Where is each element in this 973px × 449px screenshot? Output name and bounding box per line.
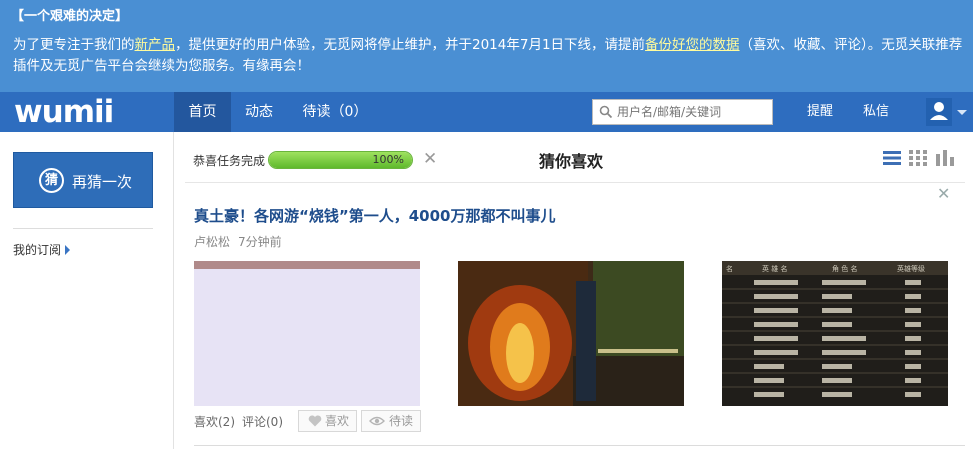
article-meta: 卢松松 7分钟前 <box>194 233 282 250</box>
nav-activity[interactable]: 动态 <box>233 92 285 132</box>
header-divider <box>185 182 965 183</box>
left-sidebar: 猜 再猜一次 我的订阅 <box>0 132 174 449</box>
svg-text:英 雄 名: 英 雄 名 <box>762 264 787 273</box>
search-box[interactable] <box>592 99 773 125</box>
article-time: 7分钟前 <box>238 235 282 249</box>
svg-text:英雄等级: 英雄等级 <box>897 264 925 273</box>
nav-messages[interactable]: 私信 <box>856 92 896 132</box>
wumii-logo[interactable]: wumii <box>14 94 114 130</box>
article-author[interactable]: 卢松松 <box>194 235 230 249</box>
backup-data-link[interactable]: 备份好您的数据 <box>645 37 740 53</box>
user-menu-button[interactable] <box>926 98 970 126</box>
notice-text-2: ，提供更好的用户体验，无觅网将停止维护，并于2014年7月1日下线，请提前 <box>175 37 646 53</box>
search-icon <box>599 105 613 119</box>
main-content: 恭喜任务完成 100% ✕ 猜你喜欢 ✕ 真土豪！各网游“烧钱”第一人，4000… <box>175 132 973 449</box>
section-title: 猜你喜欢 <box>539 152 604 171</box>
article-title-link[interactable]: 真土豪！各网游“烧钱”第一人，4000万那都不叫事儿 <box>194 205 555 226</box>
read-later-button[interactable]: 待读 <box>361 410 421 432</box>
top-navbar: wumii 首页 动态 待读（0） 提醒 私信 <box>0 92 973 132</box>
notice-title: 【一个艰难的决定】 <box>11 9 129 24</box>
sidebar-divider <box>13 228 153 229</box>
list-view-icon[interactable] <box>883 150 901 166</box>
progress-text: 100% <box>372 153 404 166</box>
grid-view-icon[interactable] <box>909 150 927 166</box>
task-complete-label: 恭喜任务完成 <box>193 154 266 168</box>
article-thumbnail-3[interactable]: 名 英 雄 名 角 色 名 英雄等级 <box>722 261 948 406</box>
task-progress-bar: 100% <box>268 151 413 169</box>
column-view-icon[interactable] <box>936 150 954 166</box>
shutdown-notice: 【一个艰难的决定】 为了更专注于我们的新产品，提供更好的用户体验，无觅网将停止维… <box>0 0 973 92</box>
card-close-icon[interactable]: ✕ <box>937 184 950 203</box>
like-button[interactable]: 喜欢 <box>298 410 357 432</box>
article-stats: 喜欢(2) 评论(0) <box>194 413 283 430</box>
svg-text:名: 名 <box>726 264 733 273</box>
guess-again-label: 再猜一次 <box>72 173 133 191</box>
card-bottom-divider <box>194 445 965 446</box>
nav-home[interactable]: 首页 <box>174 92 231 132</box>
my-subscriptions-label: 我的订阅 <box>13 243 62 257</box>
search-input[interactable] <box>617 103 767 121</box>
guess-icon: 猜 <box>39 168 64 193</box>
eye-icon <box>369 416 385 426</box>
heart-icon <box>308 415 322 427</box>
like-count[interactable]: 喜欢(2) <box>194 415 235 429</box>
article-thumbnail-1[interactable] <box>194 261 420 406</box>
like-button-label: 喜欢 <box>325 414 350 428</box>
notice-text-1: 为了更专注于我们的 <box>13 37 135 53</box>
article-thumbnail-2[interactable] <box>458 261 684 406</box>
comment-count[interactable]: 评论(0) <box>242 415 283 429</box>
my-subscriptions-link[interactable]: 我的订阅 <box>13 241 71 258</box>
user-avatar-icon <box>926 98 967 126</box>
chevron-down-icon <box>957 110 967 115</box>
svg-text:角 色 名: 角 色 名 <box>832 264 857 273</box>
guess-again-button[interactable]: 猜 再猜一次 <box>13 152 153 208</box>
arrow-right-icon <box>65 245 71 255</box>
task-close-icon[interactable]: ✕ <box>423 149 437 169</box>
nav-remind[interactable]: 提醒 <box>800 92 840 132</box>
nav-read-later[interactable]: 待读（0） <box>295 92 375 132</box>
read-later-label: 待读 <box>389 414 414 428</box>
notice-body: 为了更专注于我们的新产品，提供更好的用户体验，无觅网将停止维护，并于2014年7… <box>13 35 963 77</box>
new-product-link[interactable]: 新产品 <box>135 37 176 53</box>
